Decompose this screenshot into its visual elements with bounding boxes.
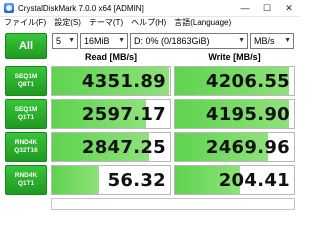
drive-select[interactable]: D: 0% (0/1863GiB) ▼ [130, 33, 248, 49]
result-value: 4195.90 [205, 103, 290, 125]
write-result-seq1m-q1t1: 4195.90 [174, 99, 295, 129]
window-title: CrystalDiskMark 7.0.0 x64 [ADMIN] [18, 3, 144, 13]
test-label-line1: SEQ1M [14, 73, 38, 80]
menu-bar: ファイル(F) 設定(S) テーマ(T) ヘルプ(H) 言語(Language) [0, 16, 300, 29]
comment-field[interactable] [51, 198, 295, 210]
result-value: 56.32 [107, 169, 166, 191]
test-button-rnd4k-q1t1[interactable]: RND4K Q1T1 [5, 165, 47, 195]
chevron-down-icon: ▼ [284, 37, 291, 44]
size-select[interactable]: 16MiB ▼ [80, 33, 128, 49]
read-result-seq1m-q8t1: 4351.89 [51, 66, 171, 96]
minimize-button[interactable]: — [234, 0, 256, 16]
result-value: 2469.96 [205, 136, 290, 158]
write-result-rnd4k-q32t16: 2469.96 [174, 132, 295, 162]
test-label-line1: RND4K [14, 139, 38, 146]
unit-select[interactable]: MB/s ▼ [250, 33, 294, 49]
count-select[interactable]: 5 ▼ [52, 33, 78, 49]
write-result-seq1m-q8t1: 4206.55 [174, 66, 295, 96]
test-button-seq1m-q8t1[interactable]: SEQ1M Q8T1 [5, 66, 47, 96]
write-header: Write [MB/s] [208, 52, 261, 62]
result-value: 204.41 [218, 169, 290, 191]
menu-help[interactable]: ヘルプ(H) [131, 17, 166, 28]
menu-file[interactable]: ファイル(F) [4, 17, 46, 28]
chevron-down-icon: ▼ [68, 37, 75, 44]
test-label-line2: Q1T1 [17, 114, 35, 121]
read-result-rnd4k-q32t16: 2847.25 [51, 132, 171, 162]
read-header: Read [MB/s] [84, 52, 137, 62]
write-result-rnd4k-q1t1: 204.41 [174, 165, 295, 195]
test-label-line2: Q32T16 [14, 147, 38, 154]
drive-value: D: 0% (0/1863GiB) [134, 36, 210, 46]
count-value: 5 [56, 36, 62, 46]
test-label-line1: SEQ1M [14, 106, 38, 113]
title-bar: CrystalDiskMark 7.0.0 x64 [ADMIN] — ☐ ✕ [0, 0, 300, 17]
read-result-seq1m-q1t1: 2597.17 [51, 99, 171, 129]
test-label-line2: Q8T1 [17, 81, 35, 88]
chevron-down-icon: ▼ [118, 37, 125, 44]
result-value: 4206.55 [205, 70, 290, 92]
test-label-line2: Q1T1 [17, 180, 35, 187]
result-bar [52, 166, 100, 194]
menu-settings[interactable]: 設定(S) [54, 17, 81, 28]
size-value: 16MiB [84, 36, 110, 46]
result-value: 2597.17 [81, 103, 166, 125]
unit-value: MB/s [254, 36, 275, 46]
menu-language[interactable]: 言語(Language) [174, 17, 231, 28]
all-button[interactable]: All [5, 33, 47, 59]
read-result-rnd4k-q1t1: 56.32 [51, 165, 171, 195]
result-value: 4351.89 [81, 70, 166, 92]
chevron-down-icon: ▼ [238, 37, 245, 44]
test-label-line1: RND4K [14, 172, 38, 179]
app-icon [4, 3, 14, 13]
maximize-button[interactable]: ☐ [256, 0, 278, 16]
close-button[interactable]: ✕ [278, 0, 300, 16]
window-controls: — ☐ ✕ [234, 0, 300, 16]
test-button-rnd4k-q32t16[interactable]: RND4K Q32T16 [5, 132, 47, 162]
menu-theme[interactable]: テーマ(T) [89, 17, 123, 28]
test-button-seq1m-q1t1[interactable]: SEQ1M Q1T1 [5, 99, 47, 129]
result-value: 2847.25 [81, 136, 166, 158]
